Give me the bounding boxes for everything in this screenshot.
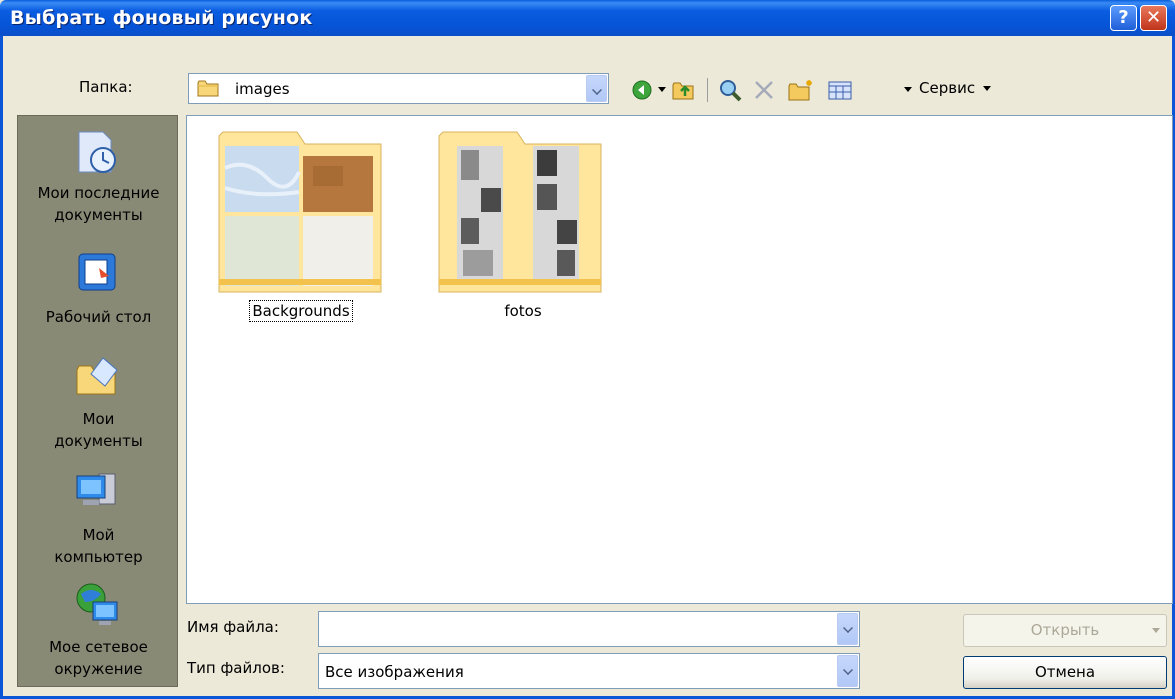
place-label: документы — [54, 432, 143, 450]
folder-thumbnail-backgrounds[interactable] — [217, 128, 383, 294]
place-label: документы — [54, 206, 143, 224]
folder-label: Папка: — [79, 78, 133, 96]
folder-thumbnail-icon — [218, 131, 382, 293]
cancel-label: Отмена — [1034, 663, 1096, 681]
views-icon[interactable] — [827, 77, 853, 103]
place-desktop[interactable]: Рабочий стол — [18, 246, 179, 346]
open-dropdown-icon — [1152, 628, 1160, 633]
place-label: Рабочий стол — [45, 308, 152, 326]
file-name: Backgrounds — [249, 300, 353, 322]
folder-icon — [197, 80, 219, 97]
file-item-backgrounds[interactable]: Backgrounds — [241, 300, 361, 322]
open-button[interactable]: Открыть — [963, 614, 1167, 647]
service-dropdown-icon — [982, 86, 991, 91]
file-list[interactable]: Backgrounds fotos — [186, 115, 1173, 604]
place-label: Мое сетевое — [49, 638, 148, 656]
place-label: компьютер — [54, 548, 143, 566]
back-icon[interactable] — [631, 77, 653, 103]
file-name: fotos — [504, 302, 542, 320]
my-documents-icon — [76, 357, 118, 395]
views-dropdown-icon[interactable] — [904, 87, 912, 92]
back-dropdown-icon[interactable] — [658, 87, 666, 92]
filename-label: Имя файла: — [187, 618, 279, 636]
new-folder-icon[interactable] — [787, 77, 815, 103]
folder-dropdown-button[interactable] — [586, 75, 607, 102]
place-network[interactable]: Мое сетевое окружение — [18, 578, 179, 686]
folder-combo[interactable]: images — [188, 73, 609, 104]
up-folder-icon[interactable] — [671, 77, 697, 103]
window-title: Выбрать фоновый рисунок — [10, 7, 313, 29]
recent-documents-icon — [78, 131, 116, 173]
toolbar-separator — [707, 78, 708, 102]
place-label: Мой — [82, 526, 115, 544]
place-label: Мои — [82, 410, 115, 428]
filetype-label: Тип файлов: — [187, 659, 285, 677]
filename-input[interactable] — [318, 611, 860, 647]
network-icon — [76, 583, 118, 625]
folder-thumbnail-icon — [438, 131, 602, 293]
filename-dropdown-button[interactable] — [837, 613, 858, 645]
close-button[interactable]: ✕ — [1140, 5, 1167, 31]
my-computer-icon — [76, 473, 116, 505]
filetype-dropdown-button[interactable] — [837, 655, 858, 687]
desktop-icon — [78, 253, 116, 291]
filetype-select[interactable]: Все изображения — [318, 653, 860, 689]
place-label: Мои последние — [37, 184, 160, 202]
place-my-documents[interactable]: Мои документы — [18, 348, 179, 460]
open-label: Открыть — [1030, 621, 1100, 639]
service-label: Сервис — [919, 79, 976, 97]
file-item-fotos[interactable]: fotos — [463, 302, 583, 320]
place-recent-documents[interactable]: Мои последние документы — [18, 122, 179, 244]
filetype-value: Все изображения — [325, 663, 464, 681]
cancel-button[interactable]: Отмена — [963, 656, 1167, 689]
help-button[interactable]: ? — [1110, 5, 1137, 31]
place-label: окружение — [54, 660, 143, 678]
places-bar: Мои последние документы Рабочий стол Мои… — [17, 115, 178, 687]
delete-icon[interactable] — [752, 77, 776, 103]
service-menu[interactable]: Сервис — [919, 79, 991, 97]
place-my-computer[interactable]: Мой компьютер — [18, 466, 179, 576]
search-web-icon[interactable] — [718, 77, 744, 103]
folder-thumbnail-fotos[interactable] — [437, 128, 603, 294]
title-bar[interactable]: Выбрать фоновый рисунок ? ✕ — [0, 0, 1175, 36]
folder-value: images — [235, 80, 290, 98]
